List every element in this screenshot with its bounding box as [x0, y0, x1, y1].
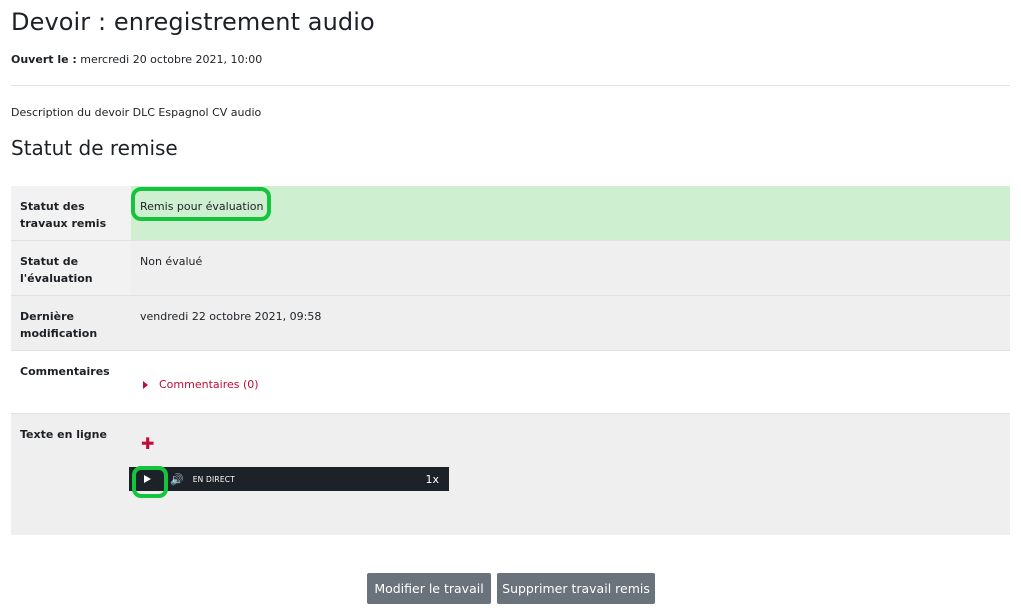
audio-player: 🔊 EN DIRECT 1x	[129, 466, 449, 498]
table-row: Statut des travaux remis Remis pour éval…	[11, 186, 1010, 241]
playback-rate-button[interactable]: 1x	[425, 473, 439, 486]
row-value: vendredi 22 octobre 2021, 09:58	[131, 296, 1010, 350]
opened-value: mercredi 20 octobre 2021, 10:00	[80, 53, 263, 66]
status-highlight	[131, 187, 271, 221]
edit-submission-button[interactable]: Modifier le travail	[367, 573, 491, 604]
table-row: Dernière modification vendredi 22 octobr…	[11, 296, 1010, 351]
row-label: Dernière modification	[11, 296, 131, 350]
play-button[interactable]	[132, 466, 168, 498]
plus-icon[interactable]: ✚	[141, 436, 1010, 452]
row-value: Commentaires (0)	[131, 351, 1010, 413]
live-label: EN DIRECT	[192, 474, 235, 484]
play-highlight	[132, 466, 168, 498]
comments-link[interactable]: Commentaires (0)	[159, 376, 259, 393]
row-label: Commentaires	[11, 351, 131, 413]
remove-submission-button[interactable]: Supprimer travail remis	[497, 573, 655, 604]
caret-right-icon	[143, 380, 148, 389]
volume-icon[interactable]: 🔊	[170, 473, 184, 486]
row-value: Non évalué	[131, 241, 1010, 295]
section-title: Statut de remise	[11, 136, 178, 160]
row-label: Statut des travaux remis	[11, 186, 131, 240]
comments-toggle[interactable]: Commentaires (0)	[143, 376, 259, 393]
row-label: Texte en ligne	[11, 414, 131, 535]
opened-label: Ouvert le :	[11, 53, 77, 66]
table-row: Statut de l'évaluation Non évalué	[11, 241, 1010, 296]
table-row: Commentaires Commentaires (0)	[11, 351, 1010, 414]
opened-date: Ouvert le : mercredi 20 octobre 2021, 10…	[11, 53, 262, 66]
assignment-description: Description du devoir DLC Espagnol CV au…	[11, 106, 262, 119]
page-title: Devoir : enregistrement audio	[11, 8, 375, 36]
divider	[11, 85, 1010, 86]
row-label: Statut de l'évaluation	[11, 241, 131, 295]
